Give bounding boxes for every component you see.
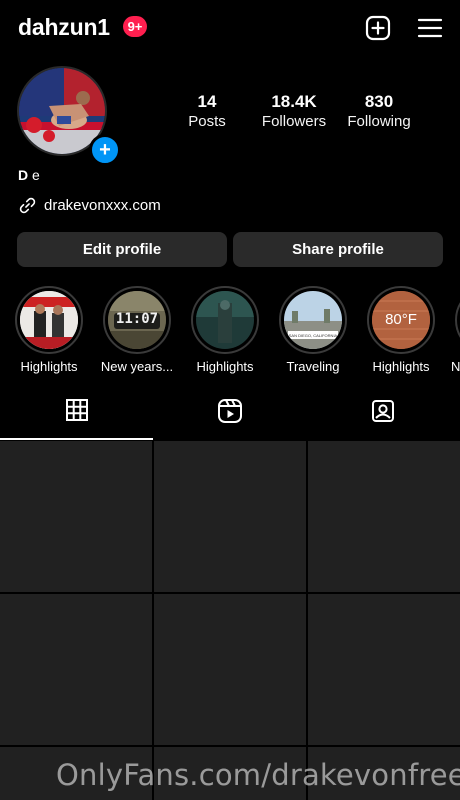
highlight-overlay-text: 11:07 xyxy=(115,311,159,327)
posts-grid xyxy=(0,441,460,800)
highlight-label: Highlights xyxy=(372,359,430,374)
display-name: D e xyxy=(18,167,40,183)
highlight-thumbnail xyxy=(196,291,254,349)
highlight-ring xyxy=(455,286,460,354)
highlight-thumbnail: 11:07 xyxy=(108,291,166,349)
notification-badge[interactable]: 9+ xyxy=(123,16,147,37)
following-count: 830 xyxy=(364,92,394,111)
profile-tabs xyxy=(0,398,460,440)
share-profile-button[interactable]: Share profile xyxy=(233,232,443,267)
plus-square-icon xyxy=(365,15,391,41)
posts-stat[interactable]: 14 Posts xyxy=(179,92,235,132)
following-stat[interactable]: 830 Following xyxy=(342,92,416,132)
hamburger-menu-icon xyxy=(417,18,443,38)
posts-label: Posts xyxy=(188,113,226,130)
highlight-thumbnail: SAN DIEGO, CALIFORNIA xyxy=(284,291,342,349)
link-icon xyxy=(19,197,36,214)
highlight-label: Highlights xyxy=(20,359,78,374)
highlight-item[interactable]: 11:07 New years... xyxy=(95,286,179,374)
highlight-ring xyxy=(15,286,83,354)
highlight-overlay-text: SAN DIEGO, CALIFORNIA xyxy=(288,333,338,338)
highlight-item[interactable]: SAN DIEGO, CALIFORNIA Traveling xyxy=(271,286,355,374)
menu-button[interactable] xyxy=(416,14,444,42)
highlight-item[interactable]: 80°F Highlights xyxy=(359,286,443,374)
edit-profile-button[interactable]: Edit profile xyxy=(17,232,227,267)
post-thumbnail[interactable] xyxy=(308,594,460,745)
highlight-item[interactable]: Highlights xyxy=(183,286,267,374)
following-label: Following xyxy=(347,113,411,130)
highlight-label: Traveling xyxy=(286,359,340,374)
plus-circle-icon: + xyxy=(99,139,111,161)
profile-username[interactable]: dahzun1 xyxy=(18,14,110,41)
highlight-label: Highlights xyxy=(196,359,254,374)
followers-label: Followers xyxy=(261,113,327,130)
create-button[interactable] xyxy=(364,14,392,42)
highlight-thumbnail xyxy=(20,291,78,349)
profile-link[interactable]: drakevonxxx.com xyxy=(18,196,161,215)
post-thumbnail[interactable] xyxy=(154,594,306,745)
highlight-ring: 11:07 xyxy=(103,286,171,354)
tab-tagged[interactable] xyxy=(306,398,459,438)
post-thumbnail[interactable] xyxy=(154,441,306,592)
followers-stat[interactable]: 18.4K Followers xyxy=(254,92,334,132)
highlight-item[interactable]: Highlights xyxy=(7,286,91,374)
watermark-text: OnlyFans.com/drakevonfree xyxy=(56,758,460,792)
highlight-overlay-text: 80°F xyxy=(385,311,417,328)
highlight-ring xyxy=(191,286,259,354)
display-name-initial: D xyxy=(18,167,29,183)
story-highlights-row[interactable]: Highlights 11:07 New years... Highlights… xyxy=(0,286,460,376)
tab-posts-grid[interactable] xyxy=(0,398,153,440)
tagged-person-icon xyxy=(371,400,394,422)
post-thumbnail[interactable] xyxy=(0,441,152,592)
display-name-rest: e xyxy=(32,167,40,183)
tab-reels[interactable] xyxy=(153,398,306,438)
highlight-label: New years... xyxy=(100,359,174,374)
add-story-button[interactable]: + xyxy=(89,134,121,166)
post-thumbnail[interactable] xyxy=(308,441,460,592)
highlight-ring: SAN DIEGO, CALIFORNIA xyxy=(279,286,347,354)
followers-count: 18.4K xyxy=(271,92,317,111)
grid-icon xyxy=(65,399,88,421)
avatar-container[interactable]: + xyxy=(17,66,121,166)
top-header: dahzun1 9+ xyxy=(0,0,460,56)
reels-icon xyxy=(217,399,242,423)
posts-count: 14 xyxy=(197,92,217,111)
highlight-thumbnail: 80°F xyxy=(372,291,430,349)
post-thumbnail[interactable] xyxy=(0,594,152,745)
highlight-ring: 80°F xyxy=(367,286,435,354)
highlight-item[interactable]: N xyxy=(447,286,460,374)
profile-link-text: drakevonxxx.com xyxy=(44,197,161,214)
highlight-label: N xyxy=(451,359,460,374)
